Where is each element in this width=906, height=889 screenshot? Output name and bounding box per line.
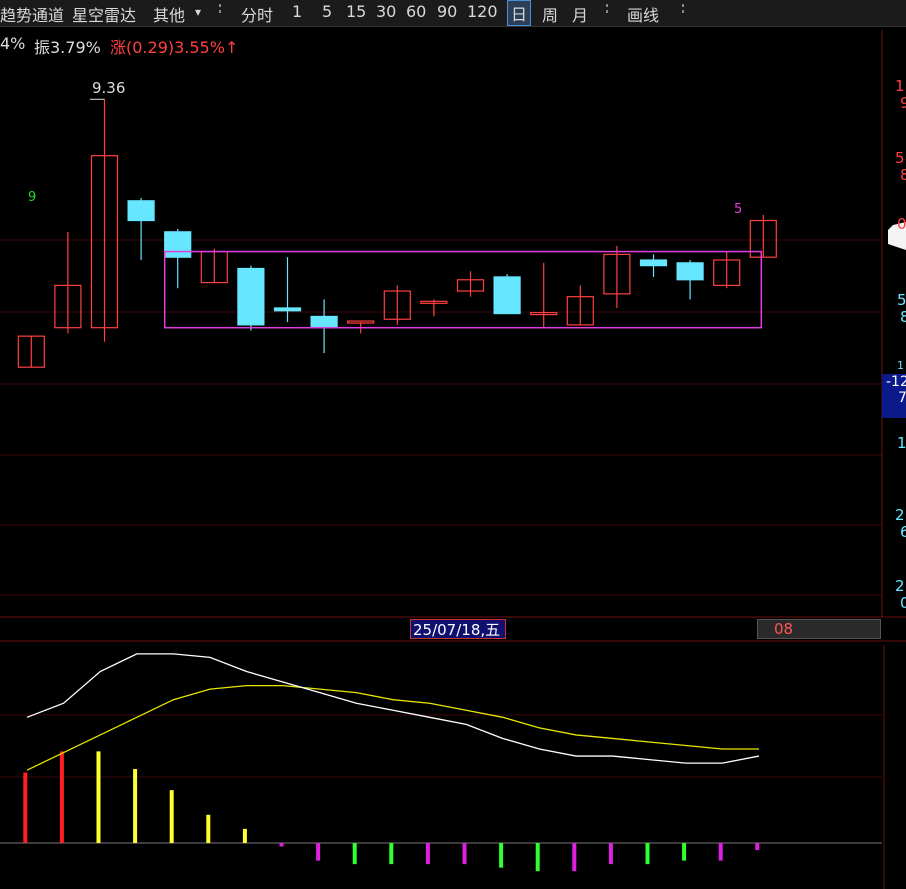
axis-label: 8 xyxy=(900,166,906,184)
axis-label: 0 xyxy=(897,215,906,233)
candle-body xyxy=(273,307,302,312)
dea-line xyxy=(26,684,759,771)
axis-label: 9 xyxy=(900,94,906,112)
axis-label: 1 xyxy=(895,77,905,95)
date-cursor-label: 25/07/18,五 xyxy=(410,619,506,639)
candle-body xyxy=(676,262,704,281)
candle-body xyxy=(639,259,668,267)
axis-label: 2 xyxy=(895,506,905,524)
macd-histogram xyxy=(23,751,760,872)
chart-canvas[interactable] xyxy=(0,0,906,889)
candle-body xyxy=(237,267,265,326)
candle-body xyxy=(493,276,521,315)
high-price-label: 9.36 xyxy=(92,79,126,97)
axis-label: 8 xyxy=(900,308,906,326)
grid-lines xyxy=(0,30,906,889)
cursor-value-box: -12 7 xyxy=(882,374,906,418)
candle-body xyxy=(164,231,192,258)
right-value-box: 08 xyxy=(757,619,881,639)
axis-label: 6 xyxy=(900,523,906,541)
axis-label: 1 xyxy=(897,359,904,372)
cursor-value-1: -12 xyxy=(886,374,906,390)
axis-label: 0 xyxy=(900,594,906,612)
axis-label: 2 xyxy=(895,577,905,595)
axis-label: 1 xyxy=(897,434,906,452)
dif-line xyxy=(26,653,760,764)
axis-label: 5 xyxy=(895,149,905,167)
sequence-count-green: 9 xyxy=(28,190,37,205)
cursor-value-2: 7 xyxy=(898,390,906,406)
candle-body xyxy=(310,315,338,329)
candle-body xyxy=(127,200,155,222)
axis-label: 5 xyxy=(897,291,906,309)
sequence-count-magenta: 5 xyxy=(734,202,743,217)
